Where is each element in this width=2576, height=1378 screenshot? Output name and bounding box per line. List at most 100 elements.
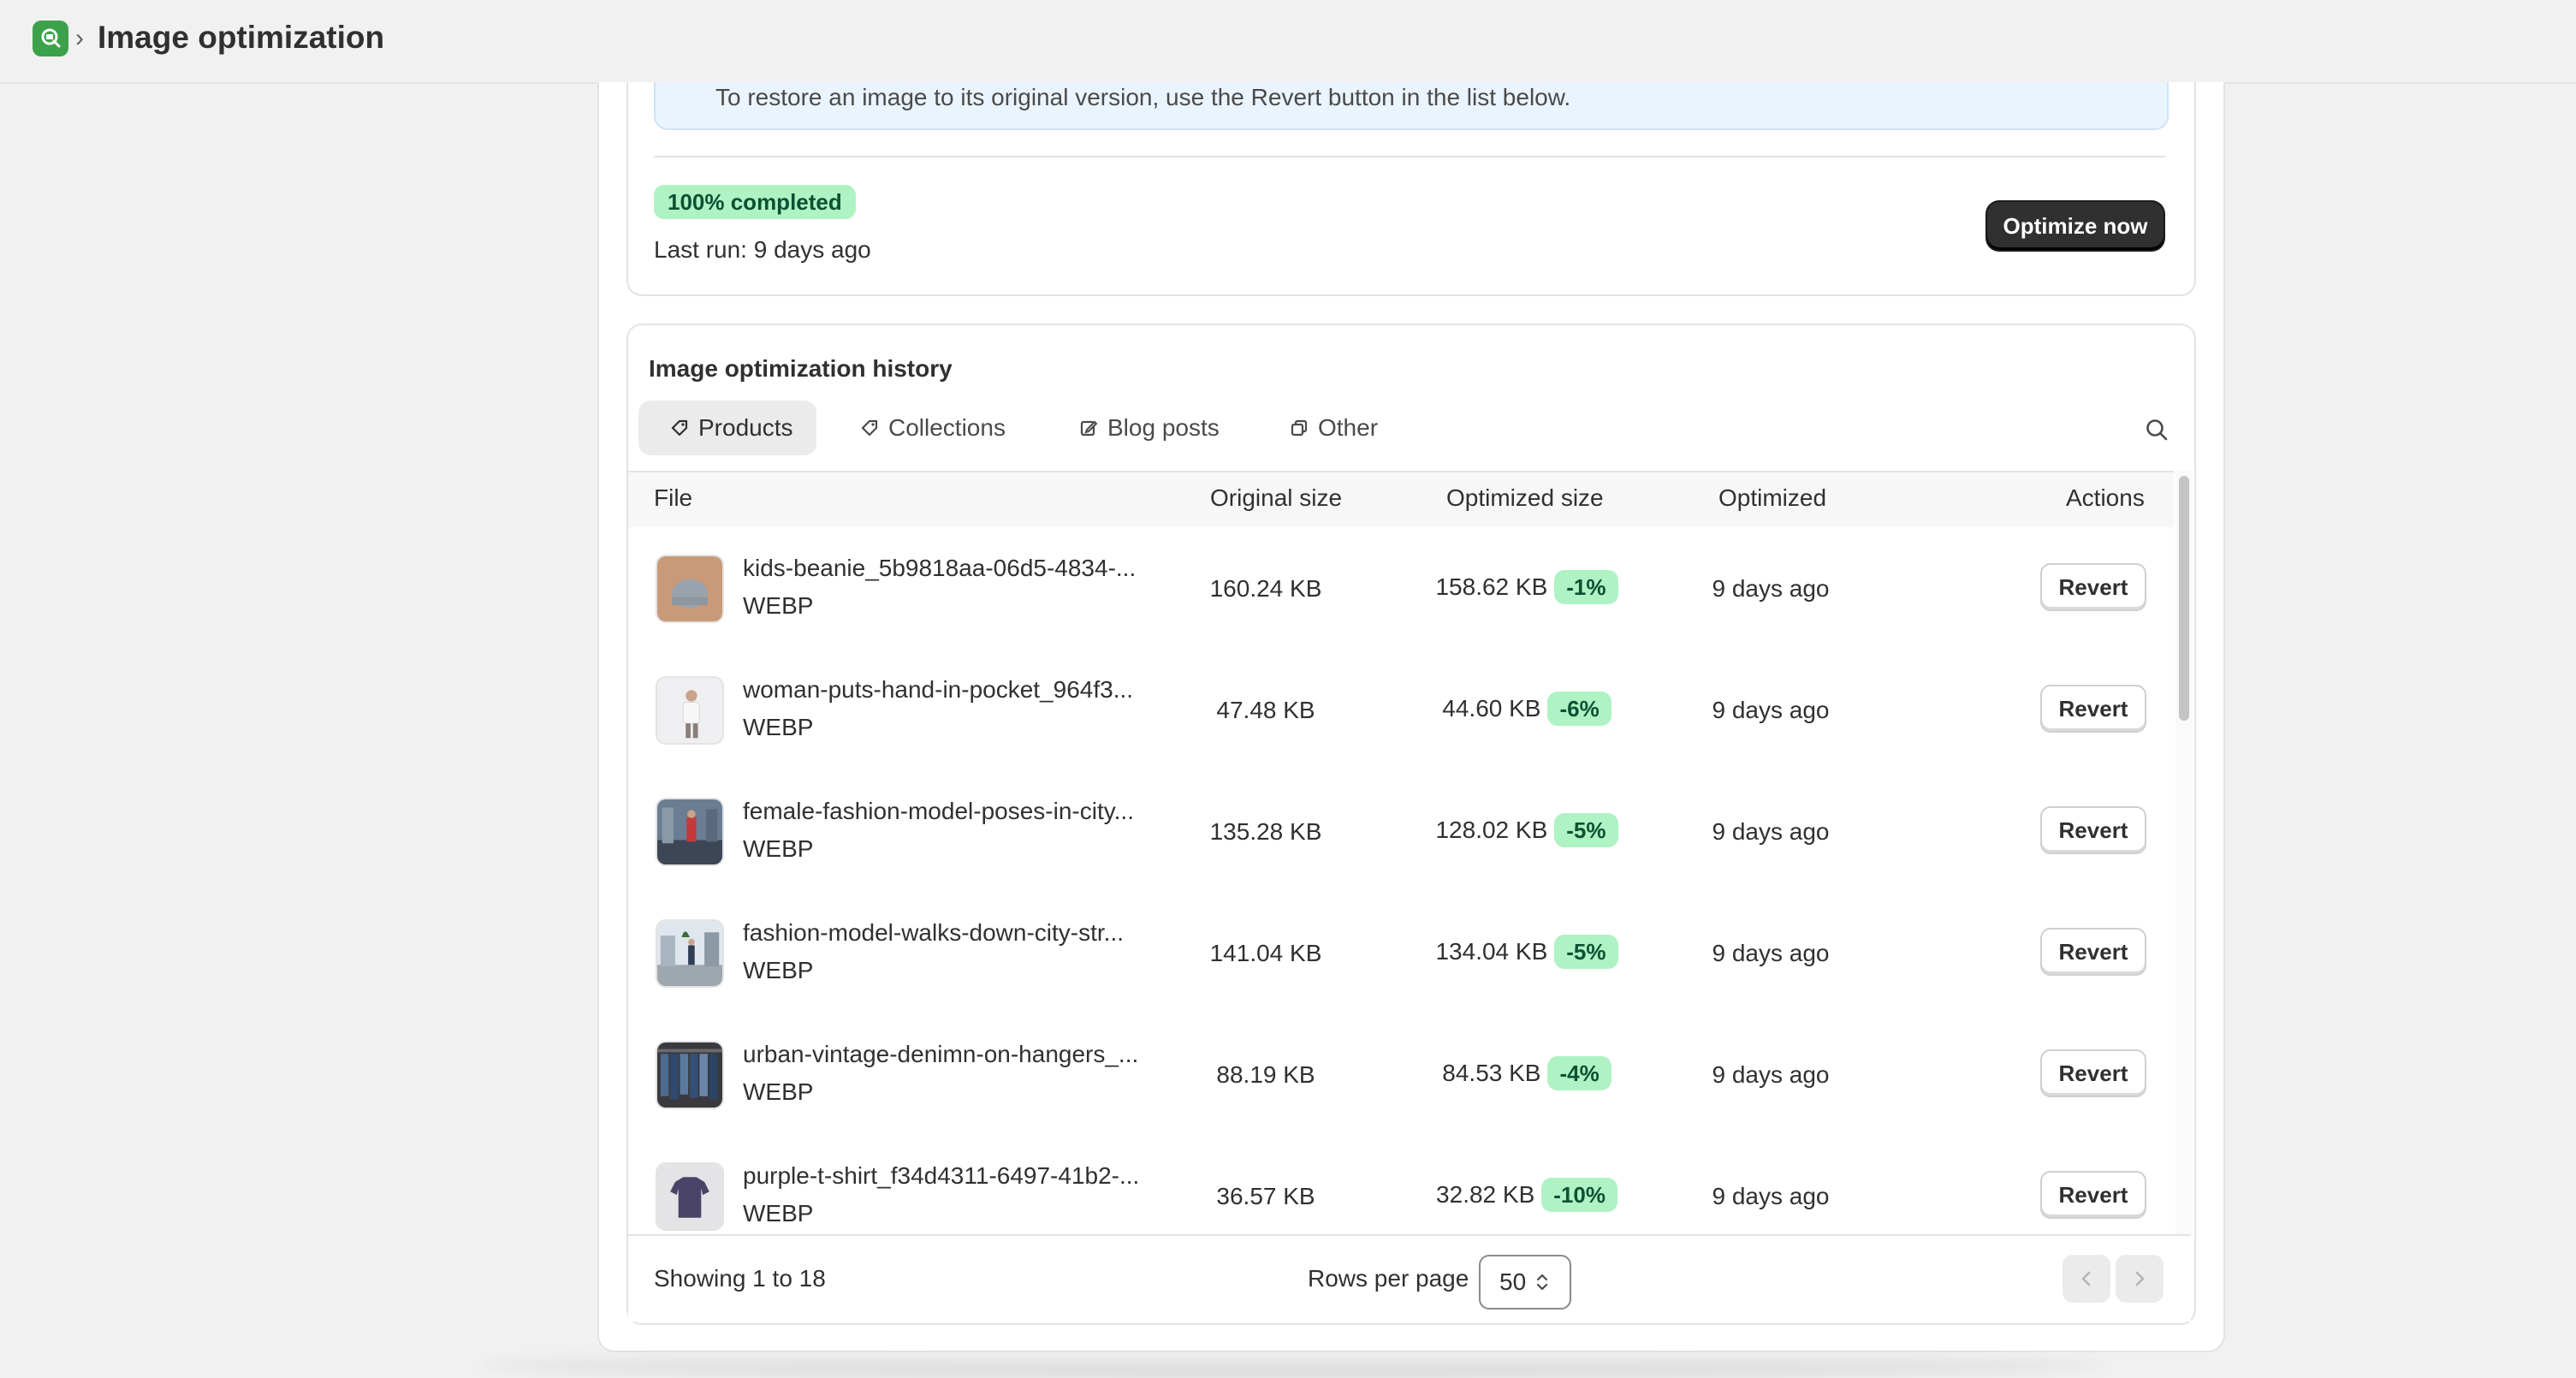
original-size: 141.04 KB: [1209, 940, 1322, 966]
tag-icon: [671, 419, 688, 437]
revert-button[interactable]: Revert: [2040, 685, 2146, 733]
thumbnail-fashion-model-street: [656, 919, 724, 988]
select-arrows-icon: [1537, 1274, 1548, 1291]
table-row: urban-vintage-denimn-on-hangers_... WEBP…: [628, 1013, 2174, 1137]
thumbnail-beanie: [656, 555, 724, 623]
copy-icon: [1291, 419, 1308, 437]
bottom-shadow: [479, 1352, 2105, 1378]
next-page-button[interactable]: [2116, 1255, 2163, 1303]
optimized-size: 44.60 KB: [1442, 695, 1541, 722]
file-type: WEBP: [743, 1078, 814, 1105]
tab-other[interactable]: Other: [1289, 401, 1378, 455]
rows-per-page-label: Rows per page: [1308, 1265, 1469, 1292]
optimized-size: 128.02 KB: [1435, 817, 1548, 843]
info-banner-text: To restore an image to its original vers…: [715, 84, 1571, 110]
search-icon: [2146, 419, 2168, 441]
column-actions: Actions: [2066, 484, 2145, 511]
revert-button[interactable]: Revert: [2040, 1171, 2146, 1219]
optimized-size: 32.82 KB: [1436, 1181, 1535, 1208]
column-original-size[interactable]: Original size: [1210, 471, 1342, 526]
optimized-time: 9 days ago: [1712, 575, 1830, 602]
file-type: WEBP: [743, 835, 814, 862]
optimized-size: 134.04 KB: [1435, 938, 1548, 965]
file-type: WEBP: [743, 1200, 814, 1227]
optimize-now-button[interactable]: Optimize now: [1987, 202, 2163, 250]
file-type: WEBP: [743, 714, 814, 740]
file-name: woman-puts-hand-in-pocket_964f3...: [743, 676, 1134, 703]
rows-per-page-value: 50: [1499, 1268, 1527, 1295]
search-button[interactable]: [2140, 413, 2174, 447]
savings-badge: -1%: [1554, 570, 1618, 604]
file-name: fashion-model-walks-down-city-str...: [743, 919, 1125, 946]
edit-icon: [1080, 420, 1098, 437]
table-row: fashion-model-walks-down-city-str... WEB…: [628, 892, 2174, 1015]
column-optimized-size[interactable]: Optimized size: [1446, 471, 1604, 526]
file-name: female-fashion-model-poses-in-city...: [743, 798, 1134, 824]
original-size: 47.48 KB: [1216, 697, 1315, 723]
optimized-size-cell: 84.53 KB -4%: [1398, 1056, 1655, 1090]
divider: [654, 156, 2165, 157]
thumbnail-purple-tshirt: [656, 1162, 724, 1231]
table-row: woman-puts-hand-in-pocket_964f3... WEBP …: [628, 649, 2174, 772]
file-name: purple-t-shirt_f34d4311-6497-41b2-...: [743, 1162, 1140, 1189]
optimized-time: 9 days ago: [1712, 818, 1830, 845]
tab-label: Other: [1318, 414, 1379, 441]
optimized-time: 9 days ago: [1712, 940, 1830, 966]
optimized-size-cell: 32.82 KB -10%: [1398, 1178, 1655, 1212]
optimized-size-cell: 44.60 KB -6%: [1398, 692, 1655, 726]
breadcrumb-chevron-icon: ›: [75, 24, 84, 52]
savings-badge: -4%: [1547, 1056, 1611, 1090]
chevron-right-icon: [2135, 1271, 2145, 1286]
status-badge: 100% completed: [654, 185, 856, 219]
tab-label: Products: [698, 414, 793, 441]
tab-label: Blog posts: [1107, 414, 1220, 441]
page-title: Image optimization: [98, 20, 385, 55]
rows-per-page-select[interactable]: 50: [1479, 1255, 1571, 1310]
revert-button[interactable]: Revert: [2040, 928, 2146, 976]
original-size: 160.24 KB: [1209, 575, 1322, 602]
top-bar: › Image optimization: [0, 0, 2576, 84]
column-optimized[interactable]: Optimized: [1718, 471, 1826, 526]
savings-badge: -6%: [1547, 692, 1611, 726]
revert-button[interactable]: Revert: [2040, 1049, 2146, 1097]
savings-badge: -5%: [1554, 813, 1618, 847]
tab-blog-posts[interactable]: Blog posts: [1078, 401, 1220, 455]
table-header: [628, 471, 2174, 529]
thumbnail-denim-hangers: [656, 1041, 724, 1109]
tab-products[interactable]: Products: [638, 401, 816, 455]
optimized-size-cell: 158.62 KB -1%: [1398, 570, 1655, 604]
optimized-time: 9 days ago: [1712, 697, 1830, 723]
savings-badge: -5%: [1554, 935, 1618, 969]
history-title: Image optimization history: [649, 355, 953, 382]
previous-page-button[interactable]: [2063, 1255, 2110, 1303]
table-row: purple-t-shirt_f34d4311-6497-41b2-... WE…: [628, 1135, 2174, 1234]
revert-button[interactable]: Revert: [2040, 806, 2146, 854]
thumbnail-fashion-model-city: [656, 798, 724, 866]
file-type: WEBP: [743, 592, 814, 619]
original-size: 88.19 KB: [1216, 1061, 1315, 1088]
showing-count: Showing 1 to 18: [654, 1265, 826, 1292]
optimized-size: 158.62 KB: [1435, 573, 1548, 600]
tab-label: Collections: [888, 414, 1006, 441]
file-type: WEBP: [743, 957, 814, 983]
scrollbar-thumb[interactable]: [2179, 476, 2189, 721]
file-name: kids-beanie_5b9818aa-06d5-4834-...: [743, 555, 1137, 581]
revert-button[interactable]: Revert: [2040, 563, 2146, 611]
optimized-time: 9 days ago: [1712, 1061, 1830, 1088]
tab-collections[interactable]: Collections: [859, 401, 1006, 455]
app-logo-icon[interactable]: [33, 21, 68, 56]
optimized-time: 9 days ago: [1712, 1183, 1830, 1209]
column-file[interactable]: File: [654, 471, 692, 526]
table-row: kids-beanie_5b9818aa-06d5-4834-... WEBP …: [628, 527, 2174, 650]
last-run-text: Last run: 9 days ago: [654, 236, 871, 263]
original-size: 135.28 KB: [1209, 818, 1322, 845]
thumbnail-woman-pocket: [656, 676, 724, 745]
optimized-size: 84.53 KB: [1442, 1060, 1541, 1086]
file-name: urban-vintage-denimn-on-hangers_...: [743, 1041, 1139, 1067]
tag-icon: [861, 419, 878, 437]
optimized-size-cell: 134.04 KB -5%: [1398, 935, 1655, 969]
table-row: female-fashion-model-poses-in-city... WE…: [628, 770, 2174, 894]
savings-badge: -10%: [1541, 1178, 1617, 1212]
optimized-size-cell: 128.02 KB -5%: [1398, 813, 1655, 847]
chevron-left-icon: [2081, 1271, 2091, 1286]
